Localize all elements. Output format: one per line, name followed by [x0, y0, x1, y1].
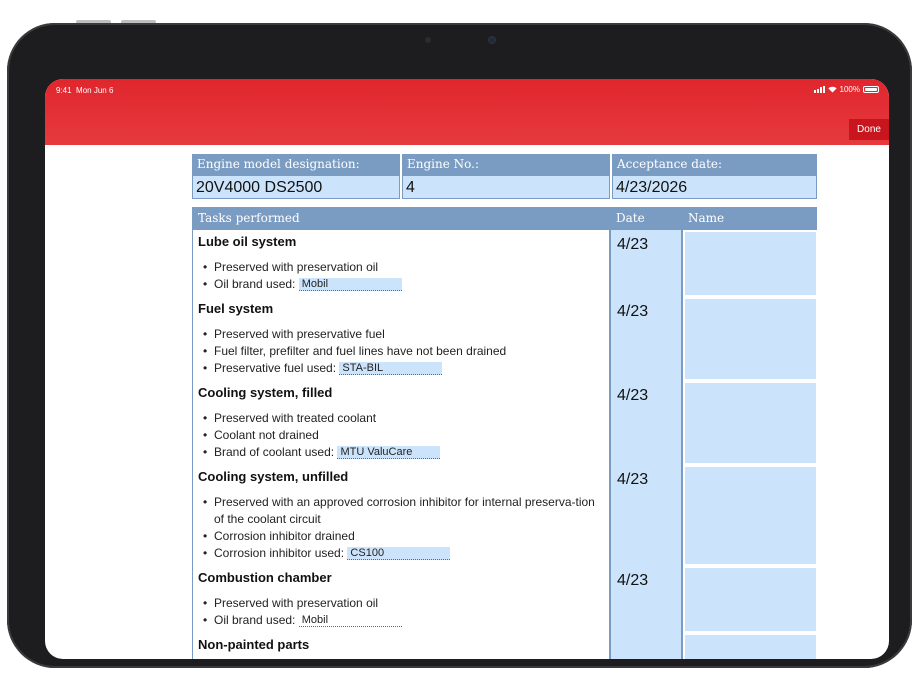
date-column-header: Date: [616, 211, 645, 225]
battery-icon: [863, 86, 879, 93]
front-camera-icon: [425, 37, 431, 43]
preservative-fuel-field[interactable]: STA-BIL: [339, 362, 443, 375]
tasks-table-header: Tasks performed Date Name: [193, 207, 816, 229]
name-field[interactable]: [683, 297, 818, 381]
task-title: Fuel system: [198, 301, 274, 316]
engine-model-label: Engine model designation:: [192, 154, 400, 175]
date-field[interactable]: 4/23: [611, 566, 681, 633]
task-cell: Cooling system, unfilled Preserved with …: [193, 465, 609, 566]
acceptance-date-label: Acceptance date:: [612, 154, 817, 175]
list-item: Preserved with treated coolant: [198, 410, 603, 427]
app-screen: 9:41 Mon Jun 6 100% Done Engine model de…: [45, 79, 889, 659]
oil-brand-field[interactable]: Mobil: [298, 278, 402, 291]
tasks-table: Tasks performed Date Name Lube oil syste…: [192, 207, 818, 659]
date-field[interactable]: [611, 633, 681, 659]
done-button[interactable]: Done: [849, 119, 889, 140]
list-item: Preserved with preservative fuel: [198, 326, 603, 343]
task-cell: Combustion chamber Preserved with preser…: [193, 566, 609, 633]
table-row: Non-painted parts: [193, 632, 818, 659]
task-title: Cooling system, filled: [198, 385, 333, 400]
task-cell: Lube oil system Preserved with preservat…: [193, 230, 609, 297]
name-column-header: Name: [688, 211, 725, 225]
cellular-signal-icon: [813, 86, 825, 93]
engine-no-field[interactable]: 4: [402, 175, 610, 199]
status-bar-right: 100%: [813, 85, 879, 94]
list-item: Preserved with an approved corrosion inh…: [198, 494, 603, 528]
engine-model-field[interactable]: 20V4000 DS2500: [192, 175, 400, 199]
list-item: Fuel filter, prefilter and fuel lines ha…: [198, 343, 603, 360]
name-field[interactable]: [683, 381, 818, 465]
task-cell: Fuel system Preserved with preservative …: [193, 297, 609, 381]
wifi-icon: [827, 86, 837, 93]
corrosion-inhibitor-field[interactable]: CS100: [347, 547, 451, 560]
acceptance-date-field[interactable]: 4/23/2026: [612, 175, 817, 199]
table-row: Combustion chamber Preserved with preser…: [193, 565, 818, 633]
name-field[interactable]: [683, 633, 818, 659]
date-field[interactable]: 4/23: [611, 297, 681, 381]
preservation-form: Engine model designation: Engine No.: Ac…: [192, 154, 818, 659]
oil-brand-field[interactable]: Mobil: [298, 614, 402, 627]
battery-percent: 100%: [839, 85, 860, 94]
list-item: Preserved with preservation oil: [198, 595, 603, 612]
task-bullets: Preserved with preservative fuel Fuel fi…: [198, 326, 603, 377]
task-title: Cooling system, unfilled: [198, 469, 349, 484]
table-row: Fuel system Preserved with preservative …: [193, 296, 818, 381]
table-row: Lube oil system Preserved with preservat…: [193, 229, 818, 297]
date-field[interactable]: 4/23: [611, 230, 681, 297]
status-bar-time: 9:41 Mon Jun 6: [56, 86, 114, 95]
tablet-frame: 9:41 Mon Jun 6 100% Done Engine model de…: [7, 23, 912, 668]
task-cell: Cooling system, filled Preserved with tr…: [193, 381, 609, 465]
name-field[interactable]: [683, 566, 818, 633]
task-bullets: Preserved with an approved corrosion inh…: [198, 494, 603, 562]
list-item: Preserved with preservation oil: [198, 259, 603, 276]
task-bullets: Preserved with preservation oil Oil bran…: [198, 595, 603, 629]
list-item: Preservative fuel used: STA-BIL: [198, 360, 603, 377]
date-field[interactable]: 4/23: [611, 465, 681, 566]
task-title: Lube oil system: [198, 234, 297, 249]
coolant-brand-field[interactable]: MTU ValuCare: [337, 446, 441, 459]
tasks-column-header: Tasks performed: [198, 211, 300, 225]
list-item: Corrosion inhibitor drained: [198, 528, 603, 545]
name-field[interactable]: [683, 230, 818, 297]
table-row: Cooling system, unfilled Preserved with …: [193, 464, 818, 566]
list-item: Brand of coolant used: MTU ValuCare: [198, 444, 603, 461]
task-cell: Non-painted parts: [193, 633, 609, 659]
app-header-banner: 9:41 Mon Jun 6 100% Done: [45, 79, 889, 145]
task-bullets: Preserved with preservation oil Oil bran…: [198, 259, 603, 293]
date-field[interactable]: 4/23: [611, 381, 681, 465]
camera-lens-icon: [489, 37, 495, 43]
task-title: Combustion chamber: [198, 570, 332, 585]
list-item: Oil brand used: Mobil: [198, 612, 603, 629]
list-item: Oil brand used: Mobil: [198, 276, 603, 293]
name-field[interactable]: [683, 465, 818, 566]
engine-no-label: Engine No.:: [402, 154, 610, 175]
list-item: Corrosion inhibitor used: CS100: [198, 545, 603, 562]
task-title: Non-painted parts: [198, 637, 310, 652]
engine-info-header: Engine model designation: Engine No.: Ac…: [192, 154, 817, 199]
task-bullets: Preserved with treated coolant Coolant n…: [198, 410, 603, 461]
list-item: Coolant not drained: [198, 427, 603, 444]
table-row: Cooling system, filled Preserved with tr…: [193, 380, 818, 465]
